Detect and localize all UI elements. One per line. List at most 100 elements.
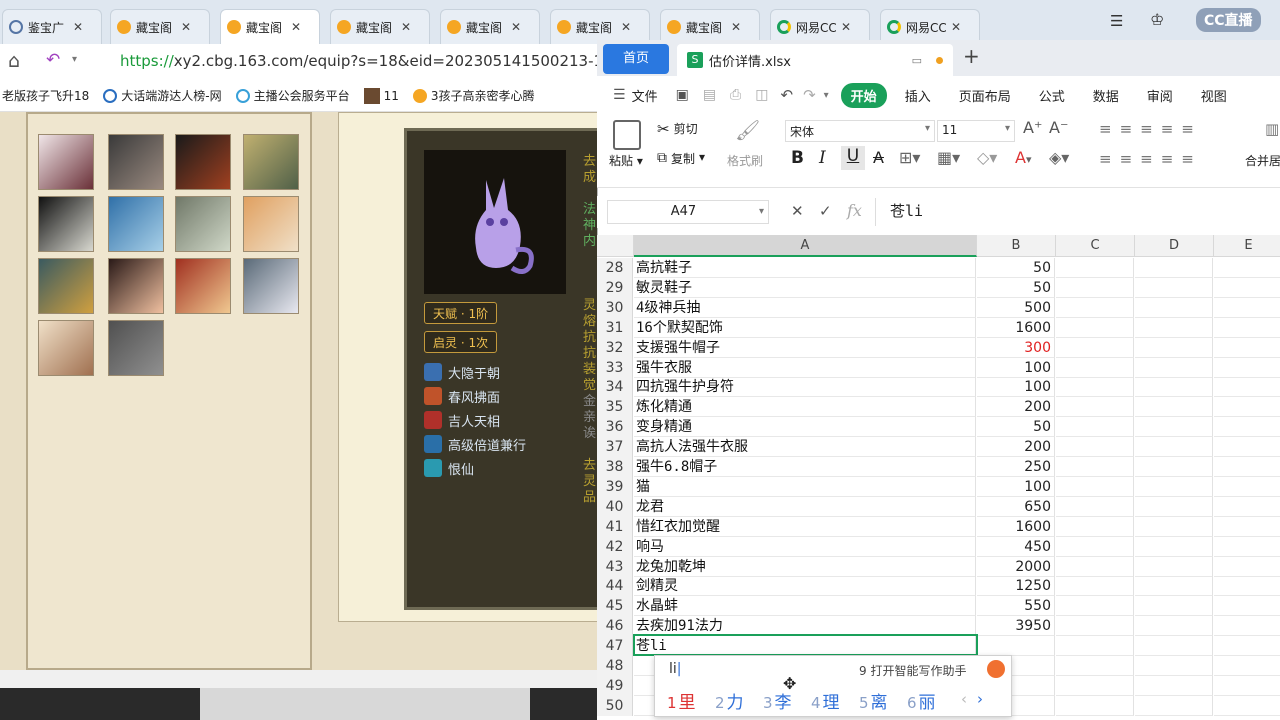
font-name-select[interactable]: 宋体 ▾: [785, 120, 935, 142]
select-all-corner[interactable]: [597, 235, 634, 257]
cell-a[interactable]: 敏灵鞋子: [634, 277, 976, 298]
row-number[interactable]: 29: [597, 277, 633, 298]
cell-b[interactable]: [977, 636, 1055, 657]
cell-a[interactable]: 响马: [634, 536, 976, 557]
cell-e[interactable]: [1214, 477, 1280, 497]
cell-a[interactable]: 支援强牛帽子: [634, 337, 976, 358]
row-number[interactable]: 49: [597, 675, 633, 696]
cell-c[interactable]: [1056, 576, 1134, 597]
row-number[interactable]: 37: [597, 437, 633, 458]
cell-e[interactable]: [1214, 576, 1280, 597]
row-number[interactable]: 45: [597, 596, 633, 617]
bold-icon[interactable]: B: [791, 148, 804, 168]
save-icon[interactable]: ▣: [676, 87, 689, 103]
row-number[interactable]: 31: [597, 317, 633, 338]
ime-candidate[interactable]: 5离: [859, 688, 888, 713]
cell-d[interactable]: [1135, 516, 1213, 537]
cell-b[interactable]: 50: [977, 417, 1055, 438]
cell-a[interactable]: 强牛衣服: [634, 357, 976, 378]
cell-c[interactable]: [1056, 397, 1134, 418]
row-number[interactable]: 30: [597, 297, 633, 318]
cell-b[interactable]: 2000: [977, 556, 1055, 577]
cell-d[interactable]: [1135, 317, 1213, 338]
row-number[interactable]: 48: [597, 656, 633, 676]
avatar[interactable]: [38, 134, 94, 190]
cell-c[interactable]: [1056, 616, 1134, 637]
cell-d[interactable]: [1135, 357, 1213, 378]
avatar[interactable]: [38, 196, 94, 252]
writing-assistant-link[interactable]: 9 打开智能写作助手: [859, 662, 966, 679]
cell-d[interactable]: [1135, 297, 1213, 318]
cell-c[interactable]: [1056, 516, 1134, 537]
cell-b[interactable]: 1600: [977, 317, 1055, 338]
fill-color-icon[interactable]: ◇▾: [977, 148, 997, 167]
export-icon[interactable]: ▤: [703, 87, 716, 103]
cell-e[interactable]: [1214, 537, 1280, 557]
print-icon[interactable]: ⎙: [730, 87, 741, 103]
menu-start[interactable]: 开始: [840, 82, 887, 108]
cell-d[interactable]: [1135, 457, 1213, 477]
row-number[interactable]: 42: [597, 536, 633, 557]
menu-icon[interactable]: ☰: [1110, 12, 1123, 30]
cell-c[interactable]: [1056, 556, 1134, 577]
browser-tab[interactable]: 藏宝阁 ✕: [440, 9, 540, 44]
chevron-down-icon[interactable]: ▾: [72, 54, 77, 65]
row-number[interactable]: 34: [597, 377, 633, 398]
undo-icon[interactable]: ↶: [780, 86, 793, 104]
font-size-select[interactable]: 11 ▾: [937, 120, 1015, 142]
column-header[interactable]: D: [1135, 235, 1214, 257]
close-icon[interactable]: ✕: [951, 20, 961, 34]
avatar[interactable]: [38, 320, 94, 376]
cell-d[interactable]: [1135, 417, 1213, 438]
menu-formula[interactable]: 公式: [1039, 86, 1065, 105]
cell-c[interactable]: [1056, 277, 1134, 298]
cell-d[interactable]: [1135, 377, 1213, 398]
strike-icon[interactable]: A: [873, 148, 884, 167]
cell-b[interactable]: 3950: [977, 616, 1055, 637]
cell-d[interactable]: [1135, 277, 1213, 298]
fx-icon[interactable]: fx: [847, 201, 862, 220]
cell-e[interactable]: [1214, 278, 1280, 298]
ime-candidate[interactable]: 4理: [811, 688, 840, 713]
chevron-down-icon[interactable]: ▾: [824, 90, 829, 101]
cell-d[interactable]: [1135, 476, 1213, 497]
avatar[interactable]: [175, 258, 231, 314]
font-grow-icon[interactable]: A⁺: [1023, 118, 1042, 137]
cell-e[interactable]: [1214, 596, 1280, 617]
close-icon[interactable]: ✕: [401, 20, 411, 34]
merge-icon[interactable]: ▥: [1265, 120, 1279, 138]
cell-c[interactable]: [1056, 496, 1134, 517]
cell-e[interactable]: [1214, 457, 1280, 477]
name-box[interactable]: A47 ▾: [607, 200, 769, 224]
cell-e[interactable]: [1214, 358, 1280, 378]
cell-c[interactable]: [1056, 377, 1134, 398]
redo-icon[interactable]: ↷: [803, 86, 816, 104]
cell-c[interactable]: [1056, 357, 1134, 378]
ime-candidate[interactable]: 1里: [667, 688, 696, 713]
menu-file[interactable]: 文件: [632, 86, 658, 105]
cell-a[interactable]: 猫: [634, 476, 976, 497]
cell-c[interactable]: [1056, 457, 1134, 477]
cell-e[interactable]: [1214, 616, 1280, 637]
close-icon[interactable]: ✕: [621, 20, 631, 34]
cell-b[interactable]: 550: [977, 596, 1055, 617]
browser-tab[interactable]: 藏宝阁 ✕: [550, 9, 650, 44]
brush-icon[interactable]: 🖌: [735, 118, 760, 142]
row-number[interactable]: 41: [597, 516, 633, 537]
cell-e[interactable]: [1214, 696, 1280, 716]
cell-c[interactable]: [1056, 437, 1134, 458]
cell-c[interactable]: [1056, 476, 1134, 497]
clear-icon[interactable]: ◈▾: [1049, 148, 1069, 167]
menu-view[interactable]: 视图: [1201, 86, 1227, 105]
cell-e[interactable]: [1214, 497, 1280, 517]
cell-a[interactable]: 变身精通: [634, 417, 976, 438]
avatar[interactable]: [108, 258, 164, 314]
bookmark-item[interactable]: 老版孩子飞升18: [2, 87, 89, 104]
bookmark-item[interactable]: 11: [363, 87, 399, 104]
cell-d[interactable]: [1135, 695, 1213, 716]
ime-next-icon[interactable]: ›: [977, 690, 983, 708]
confirm-icon[interactable]: ✓: [819, 202, 832, 220]
cell-e[interactable]: [1214, 437, 1280, 458]
avatar[interactable]: [243, 134, 299, 190]
cell-b[interactable]: 50: [977, 277, 1055, 298]
